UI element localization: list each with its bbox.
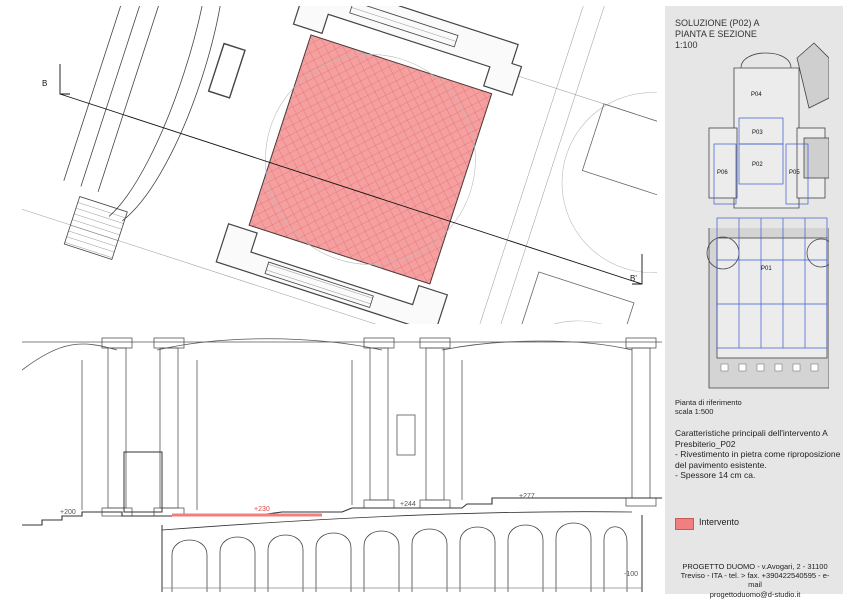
zone-label: P04 xyxy=(751,92,762,98)
column xyxy=(153,337,185,517)
reference-caption-line: scala 1:500 xyxy=(675,407,714,416)
legend-label: Intervento xyxy=(699,517,740,527)
section-marker-right: B' xyxy=(630,274,637,283)
info-panel: SOLUZIONE (P02) A PIANTA E SEZIONE 1:100 xyxy=(665,6,843,599)
footer-line: progettoduomo@d-studio.it xyxy=(709,589,801,599)
footer-line: Treviso - ITA - tel. > fax. +39042254059… xyxy=(680,571,830,590)
description-line: del pavimento esistente. xyxy=(675,459,767,470)
description-line: Caratteristiche principali dell'interven… xyxy=(675,428,828,438)
reference-caption-line: Pianta di riferimento xyxy=(675,398,742,407)
section-svg: +230 +244 +277 +200 -100 xyxy=(22,337,662,592)
section-marker-left: B xyxy=(42,79,47,88)
column xyxy=(101,337,133,517)
zone-label: P03 xyxy=(752,130,763,136)
legend-swatch xyxy=(675,518,694,530)
reference-caption: Pianta di riferimento scala 1:500 xyxy=(675,398,742,416)
level-label: +244 xyxy=(400,501,416,508)
floor-plan-drawing: B B' xyxy=(22,6,657,324)
footer-line: PROGETTO DUOMO - v.Avogari, 2 - 31100 xyxy=(682,562,828,571)
zone-label: P01 xyxy=(761,266,772,272)
intervention-description: Caratteristiche principali dell'interven… xyxy=(675,428,840,481)
description-line: - Rivestimento in pietra come riproposiz… xyxy=(675,449,841,459)
level-label: +200 xyxy=(60,509,76,516)
zone-label: P02 xyxy=(752,162,763,168)
level-label: +230 xyxy=(254,506,270,513)
level-label: -100 xyxy=(624,571,638,578)
sheet-title-line: SOLUZIONE (P02) A xyxy=(675,18,760,28)
description-line: - Spessore 14 cm ca. xyxy=(675,470,756,480)
reference-plan: P04 P03 P02 P06 P05 P01 xyxy=(706,42,829,389)
section-drawing: +230 +244 +277 +200 -100 xyxy=(22,330,662,592)
column xyxy=(625,337,657,507)
zone-label: P05 xyxy=(789,170,800,176)
footer: PROGETTO DUOMO - v.Avogari, 2 - 31100 Tr… xyxy=(675,562,835,599)
column xyxy=(419,337,451,509)
level-label: +277 xyxy=(519,493,535,500)
zone-label: P06 xyxy=(717,170,728,176)
column xyxy=(363,337,395,509)
floor-plan: B B' xyxy=(22,6,657,324)
description-line: Presbiterio_P02 xyxy=(675,438,736,449)
